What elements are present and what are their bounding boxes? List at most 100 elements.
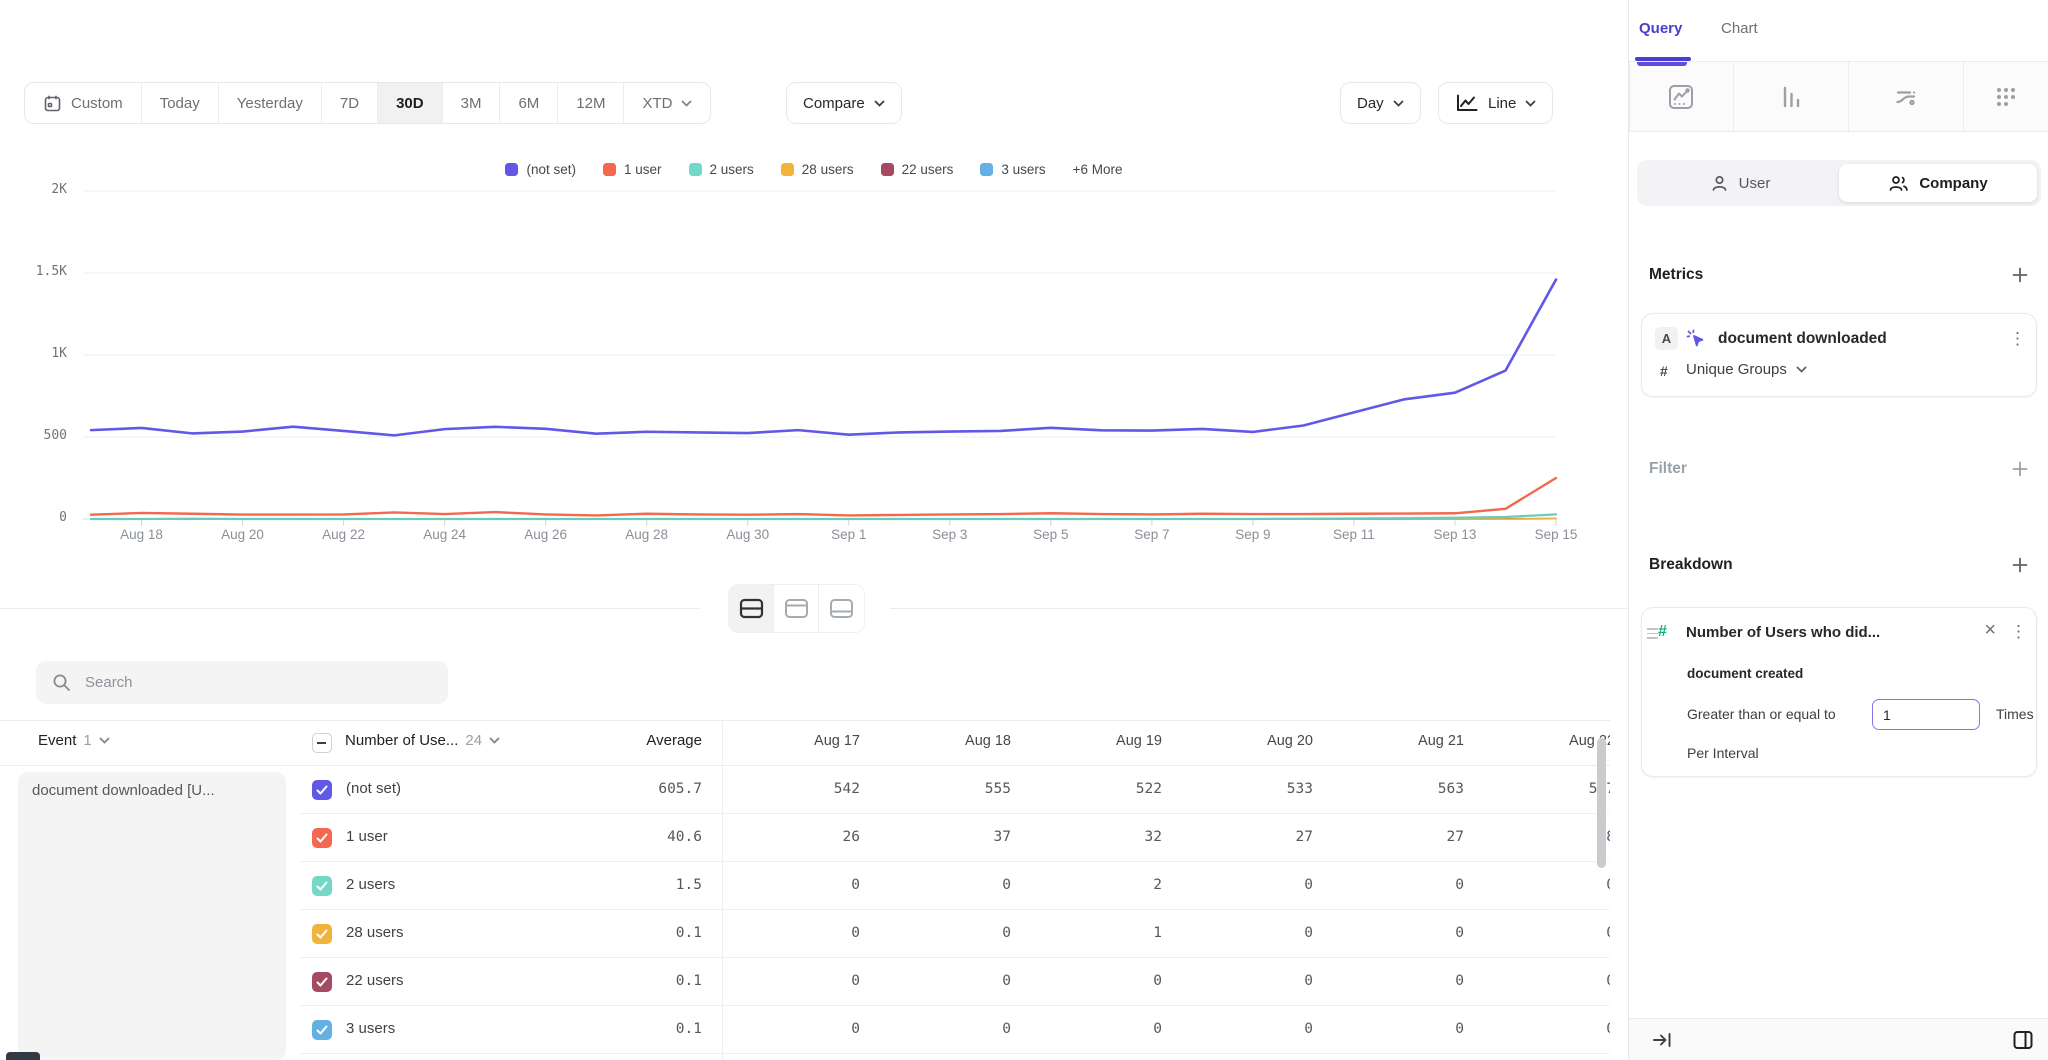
tab-query[interactable]: Query (1639, 20, 1682, 37)
breakdown-table: Event 1 Number of Use... 24 Average Aug … (0, 720, 1610, 1060)
date-column-header: Aug 17 (720, 733, 860, 749)
layout-split-button[interactable] (729, 585, 774, 632)
row-value: 542 (720, 781, 860, 797)
row-value: 555 (871, 781, 1011, 797)
range-custom[interactable]: Custom (25, 83, 142, 123)
side-panel-icon[interactable] (2011, 1028, 2035, 1052)
divider (0, 608, 700, 609)
row-value: 0 (1022, 973, 1162, 989)
date-column-header: Aug 19 (1022, 733, 1162, 749)
row-checkbox[interactable] (312, 780, 332, 800)
table-scrollbar[interactable] (1597, 738, 1606, 868)
chevron-down-icon (1796, 366, 1807, 373)
range-12m[interactable]: 12M (558, 83, 624, 123)
close-icon[interactable]: × (1984, 620, 1996, 640)
chart-type-funnel[interactable] (1733, 62, 1849, 131)
breakdown-menu-icon[interactable]: ⋮ (2010, 623, 2027, 640)
breakdown-per-interval: Per Interval (1687, 745, 1759, 761)
x-tick-label: Sep 15 (1514, 527, 1598, 542)
range-30d[interactable]: 30D (378, 83, 443, 123)
date-range-group: Custom Today Yesterday 7D 30D 3M 6M 12M … (24, 82, 711, 124)
event-column-header[interactable]: Event 1 (38, 732, 110, 749)
measure-hash-icon: # (1660, 363, 1668, 379)
row-label: 28 users (346, 924, 404, 941)
metric-menu-icon[interactable]: ⋮ (2009, 330, 2026, 347)
date-column-header: Aug 21 (1324, 733, 1464, 749)
select-all-checkbox[interactable] (312, 733, 332, 753)
chevron-down-icon (99, 737, 110, 744)
series-(not set) (91, 280, 1556, 436)
layout-table-only-button[interactable] (819, 585, 864, 632)
row-value: 533 (1173, 781, 1313, 797)
interval-dropdown[interactable]: Day (1340, 82, 1421, 124)
add-metric-icon[interactable] (2010, 265, 2030, 285)
range-xtd[interactable]: XTD (624, 83, 710, 123)
row-average: 0.1 (560, 973, 702, 989)
row-value: 0 (871, 973, 1011, 989)
toggle-company[interactable]: Company (1839, 164, 2037, 202)
row-value: 26 (720, 829, 860, 845)
row-checkbox[interactable] (312, 924, 332, 944)
row-checkbox[interactable] (312, 876, 332, 896)
range-today[interactable]: Today (142, 83, 219, 123)
range-yesterday[interactable]: Yesterday (219, 83, 322, 123)
active-tab-indicator (1635, 57, 1691, 61)
x-tick-label: Sep 9 (1211, 527, 1295, 542)
chart-type-segmentation[interactable] (1629, 62, 1733, 131)
tab-chart[interactable]: Chart (1721, 20, 1758, 37)
row-value: 0 (1475, 877, 1610, 893)
range-7d[interactable]: 7D (322, 83, 378, 123)
row-value: 0 (871, 877, 1011, 893)
check-icon (316, 929, 328, 939)
breakdown-value-input[interactable] (1872, 699, 1980, 730)
divider (300, 1053, 1610, 1054)
drag-handle-icon[interactable] (1647, 628, 1658, 642)
filter-heading: Filter (1649, 460, 1687, 478)
split-view-icon (739, 598, 764, 619)
row-value: 0 (1173, 877, 1313, 893)
chart-style-dropdown[interactable]: Line (1438, 82, 1553, 124)
users-icon (1888, 174, 1909, 193)
bar-chart-icon (1778, 84, 1804, 110)
row-value: 522 (1022, 781, 1162, 797)
breakdown-column-header[interactable]: Number of Use... 24 (345, 732, 500, 749)
compare-button[interactable]: Compare (786, 82, 902, 124)
range-6m[interactable]: 6M (500, 83, 558, 123)
chevron-down-icon (1393, 100, 1404, 107)
row-checkbox[interactable] (312, 1020, 332, 1040)
row-value: 0 (1173, 925, 1313, 941)
row-value: 0 (1324, 973, 1464, 989)
metric-card[interactable]: A document downloaded ⋮ # Unique Groups (1641, 313, 2037, 397)
row-average: 0.1 (560, 1021, 702, 1037)
add-breakdown-icon[interactable] (2010, 555, 2030, 575)
line-chart[interactable] (0, 130, 1628, 540)
add-filter-icon[interactable] (2010, 459, 2030, 479)
row-value: 37 (871, 829, 1011, 845)
dots-grid-icon (1993, 84, 2019, 110)
row-checkbox[interactable] (312, 828, 332, 848)
average-column-header: Average (560, 732, 702, 749)
range-3m[interactable]: 3M (443, 83, 501, 123)
x-tick-label: Sep 11 (1312, 527, 1396, 542)
row-checkbox[interactable] (312, 972, 332, 992)
toggle-user[interactable]: User (1641, 164, 1839, 202)
active-type-indicator (1637, 62, 1687, 66)
chevron-down-icon (681, 100, 692, 107)
row-value: 563 (1324, 781, 1464, 797)
measure-dropdown[interactable]: Unique Groups (1686, 361, 1807, 378)
metric-letter-badge: A (1655, 327, 1678, 350)
analytics-app: Custom Today Yesterday 7D 30D 3M 6M 12M … (0, 0, 2048, 1060)
query-panel: Query Chart (1628, 0, 2048, 1060)
table-row: 22 users0.1000000 (0, 958, 1610, 1006)
collapse-panel-icon[interactable] (1651, 1029, 1673, 1051)
event-click-icon (1685, 328, 1707, 350)
search-input[interactable] (85, 674, 405, 691)
chart-type-more[interactable] (1963, 62, 2048, 131)
layout-chart-only-button[interactable] (774, 585, 819, 632)
chart-type-journeys[interactable] (1848, 62, 1963, 131)
row-label: 22 users (346, 972, 404, 989)
date-column-header: Aug 20 (1173, 733, 1313, 749)
breakdown-card[interactable]: # Number of Users who did... × ⋮ documen… (1641, 607, 2037, 777)
top-view-icon (784, 598, 809, 619)
row-label: (not set) (346, 780, 401, 797)
